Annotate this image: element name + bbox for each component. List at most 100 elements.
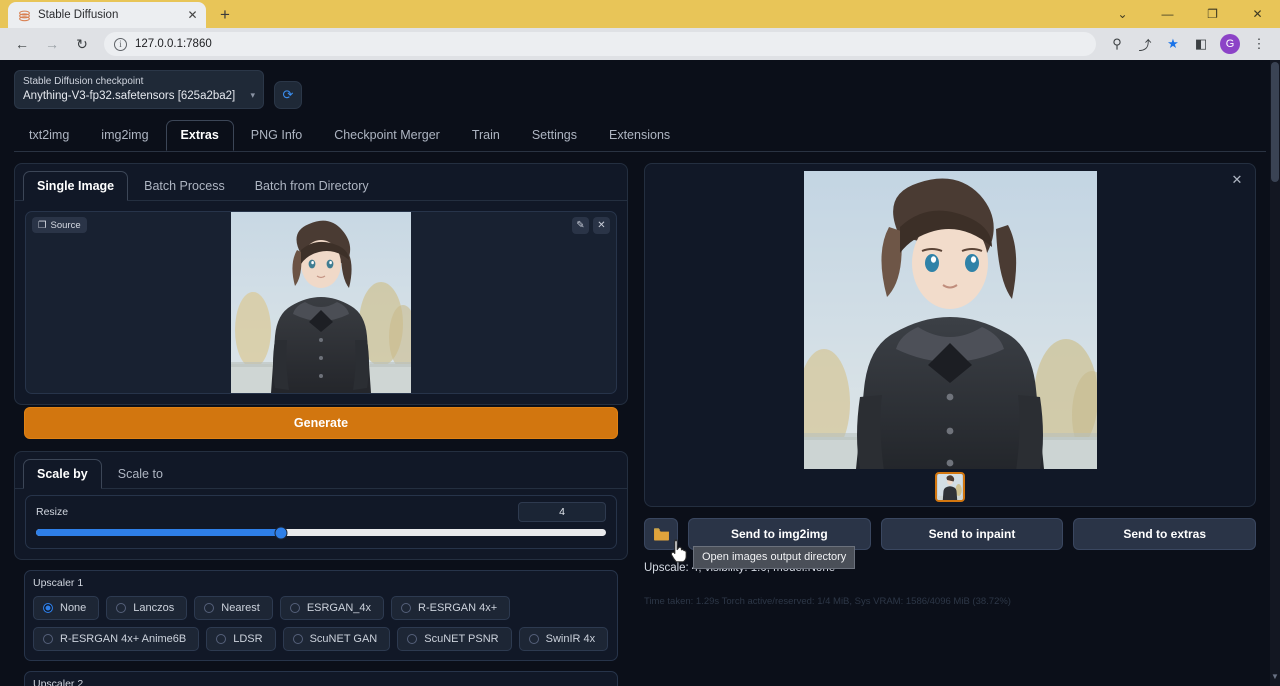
refresh-checkpoints-button[interactable]: ⟳ bbox=[274, 81, 302, 109]
upscaler-1-option-r-esrgan-4x-[interactable]: R-ESRGAN 4x+ bbox=[391, 596, 510, 620]
tab-checkpoint-merger[interactable]: Checkpoint Merger bbox=[319, 120, 455, 151]
upscaler-1-group: Upscaler 1 None Lanczos Nearest ESRGAN_4x R-… bbox=[24, 570, 618, 661]
generate-button[interactable]: Generate bbox=[24, 407, 618, 439]
profile-avatar[interactable]: G bbox=[1220, 34, 1240, 54]
upscaler-1-option-nearest[interactable]: Nearest bbox=[194, 596, 273, 620]
gallery-thumbnail[interactable] bbox=[935, 472, 965, 502]
single-image-panel: Single Image Batch Process Batch from Di… bbox=[14, 163, 628, 405]
zoom-out-icon[interactable]: ⚲ bbox=[1104, 31, 1130, 57]
split-screen-icon[interactable]: ◧ bbox=[1188, 31, 1214, 57]
tab-txt2img[interactable]: txt2img bbox=[14, 120, 84, 151]
result-actions-row: Open images output directory Send to img… bbox=[644, 518, 1256, 550]
refresh-icon: ⟳ bbox=[283, 87, 294, 103]
checkpoint-row: Stable Diffusion checkpoint Anything-V3-… bbox=[14, 70, 1266, 109]
tab-train[interactable]: Train bbox=[457, 120, 515, 151]
content-columns: Single Image Batch Process Batch from Di… bbox=[14, 163, 1266, 686]
left-column: Single Image Batch Process Batch from Di… bbox=[14, 163, 628, 686]
upscaler-1-option-scunet-gan[interactable]: ScuNET GAN bbox=[283, 627, 391, 651]
source-image-dropzone[interactable]: ❐ Source ✎ ✕ bbox=[25, 211, 617, 394]
subtab-batch-process[interactable]: Batch Process bbox=[130, 171, 239, 201]
folder-icon bbox=[653, 527, 670, 541]
share-icon[interactable]: ⤴ bbox=[1132, 31, 1158, 57]
tab-close-icon[interactable]: ✕ bbox=[185, 8, 200, 23]
page-scrollbar[interactable]: ▲ ▼ bbox=[1270, 60, 1280, 686]
upscaler-1-option-swinir-4x[interactable]: SwinIR 4x bbox=[519, 627, 609, 651]
resize-value-input[interactable]: 4 bbox=[518, 502, 606, 522]
tab-settings[interactable]: Settings bbox=[517, 120, 592, 151]
close-gallery-icon[interactable]: ✕ bbox=[1229, 172, 1245, 188]
mouse-cursor bbox=[671, 539, 689, 568]
main-tab-bar: txt2img img2img Extras PNG Info Checkpoi… bbox=[14, 120, 1266, 152]
back-icon[interactable]: ← bbox=[8, 31, 36, 57]
clear-image-icon[interactable]: ✕ bbox=[593, 217, 610, 234]
browser-tab-title: Stable Diffusion bbox=[38, 9, 178, 21]
tab-extensions[interactable]: Extensions bbox=[594, 120, 685, 151]
open-output-directory-button[interactable]: Open images output directory bbox=[644, 518, 678, 550]
resize-slider-fill bbox=[36, 529, 281, 536]
window-close-icon[interactable]: ✕ bbox=[1235, 0, 1280, 28]
source-image bbox=[231, 212, 411, 393]
vram-info-text: Time taken: 1.29s Torch active/reserved:… bbox=[644, 596, 1256, 607]
radio-dot-icon bbox=[43, 634, 53, 644]
radio-label: Lanczos bbox=[133, 602, 174, 614]
edit-pencil-icon[interactable]: ✎ bbox=[572, 217, 589, 234]
radio-label: R-ESRGAN 4x+ Anime6B bbox=[60, 633, 186, 645]
send-to-inpaint-button[interactable]: Send to inpaint bbox=[881, 518, 1064, 550]
checkpoint-dropdown[interactable]: Stable Diffusion checkpoint Anything-V3-… bbox=[14, 70, 264, 109]
subtab-scale-to[interactable]: Scale to bbox=[104, 459, 177, 489]
upscaler-1-option-lanczos[interactable]: Lanczos bbox=[106, 596, 187, 620]
radio-dot-icon bbox=[529, 634, 539, 644]
tab-extras[interactable]: Extras bbox=[166, 120, 234, 151]
radio-label: SwinIR 4x bbox=[546, 633, 596, 645]
chevron-down-icon[interactable]: ⌄ bbox=[1100, 0, 1145, 28]
image-icon: ❐ bbox=[38, 220, 47, 231]
source-badge: ❐ Source bbox=[32, 217, 87, 233]
scroll-down-icon[interactable]: ▼ bbox=[1270, 672, 1280, 684]
upscaler-1-option-r-esrgan-4x-anime6b[interactable]: R-ESRGAN 4x+ Anime6B bbox=[33, 627, 199, 651]
source-tools: ✎ ✕ bbox=[572, 217, 610, 234]
radio-dot-icon bbox=[204, 603, 214, 613]
upscaler-1-radio-row: None Lanczos Nearest ESRGAN_4x R-ESRGAN 4x+ R… bbox=[33, 596, 609, 651]
scale-panel: Scale by Scale to Resize 4 bbox=[14, 451, 628, 560]
resize-slider-track[interactable] bbox=[36, 529, 606, 536]
scrollbar-thumb[interactable] bbox=[1271, 62, 1279, 182]
upscaler-2-title: Upscaler 2 bbox=[33, 678, 609, 686]
browser-menu-icon[interactable]: ⋮ bbox=[1246, 31, 1272, 57]
resize-slider-thumb[interactable] bbox=[275, 526, 288, 539]
tab-png-info[interactable]: PNG Info bbox=[236, 120, 317, 151]
upscaler-1-option-ldsr[interactable]: LDSR bbox=[206, 627, 275, 651]
extras-sub-tab-bar: Single Image Batch Process Batch from Di… bbox=[15, 164, 627, 201]
send-to-extras-button[interactable]: Send to extras bbox=[1073, 518, 1256, 550]
radio-dot-icon bbox=[401, 603, 411, 613]
result-image-wrapper bbox=[804, 171, 1097, 469]
radio-dot-icon bbox=[216, 634, 226, 644]
browser-tab[interactable]: Stable Diffusion ✕ bbox=[8, 2, 206, 28]
subtab-batch-from-directory[interactable]: Batch from Directory bbox=[241, 171, 383, 201]
subtab-scale-by[interactable]: Scale by bbox=[23, 459, 102, 489]
site-info-icon[interactable]: i bbox=[114, 38, 127, 51]
subtab-single-image[interactable]: Single Image bbox=[23, 171, 128, 201]
upscaler-1-option-none[interactable]: None bbox=[33, 596, 99, 620]
browser-tab-strip: Stable Diffusion ✕ + ⌄ — ❐ ✕ bbox=[0, 0, 1280, 28]
radio-label: ScuNET GAN bbox=[310, 633, 378, 645]
new-tab-button[interactable]: + bbox=[212, 3, 238, 27]
address-bar[interactable]: i 127.0.0.1:7860 bbox=[104, 32, 1096, 56]
upscaler-1-option-esrgan-4x[interactable]: ESRGAN_4x bbox=[280, 596, 384, 620]
upscaler-1-title: Upscaler 1 bbox=[33, 577, 609, 589]
favorite-star-icon[interactable]: ★ bbox=[1160, 31, 1186, 57]
forward-icon[interactable]: → bbox=[38, 31, 66, 57]
radio-dot-icon bbox=[407, 634, 417, 644]
resize-slider-header: Resize 4 bbox=[36, 502, 606, 522]
result-image[interactable] bbox=[804, 171, 1097, 469]
maximize-icon[interactable]: ❐ bbox=[1190, 0, 1235, 28]
checkpoint-label: Stable Diffusion checkpoint bbox=[23, 76, 255, 87]
minimize-icon[interactable]: — bbox=[1145, 0, 1190, 28]
radio-dot-icon bbox=[293, 634, 303, 644]
reload-icon[interactable]: ↻ bbox=[68, 31, 96, 57]
chevron-down-icon[interactable]: ▾ bbox=[250, 90, 255, 101]
tab-img2img[interactable]: img2img bbox=[86, 120, 163, 151]
checkpoint-value: Anything-V3-fp32.safetensors [625a2ba2] bbox=[23, 90, 255, 102]
resize-slider-group: Resize 4 bbox=[25, 495, 617, 549]
radio-dot-icon bbox=[43, 603, 53, 613]
upscaler-1-option-scunet-psnr[interactable]: ScuNET PSNR bbox=[397, 627, 511, 651]
